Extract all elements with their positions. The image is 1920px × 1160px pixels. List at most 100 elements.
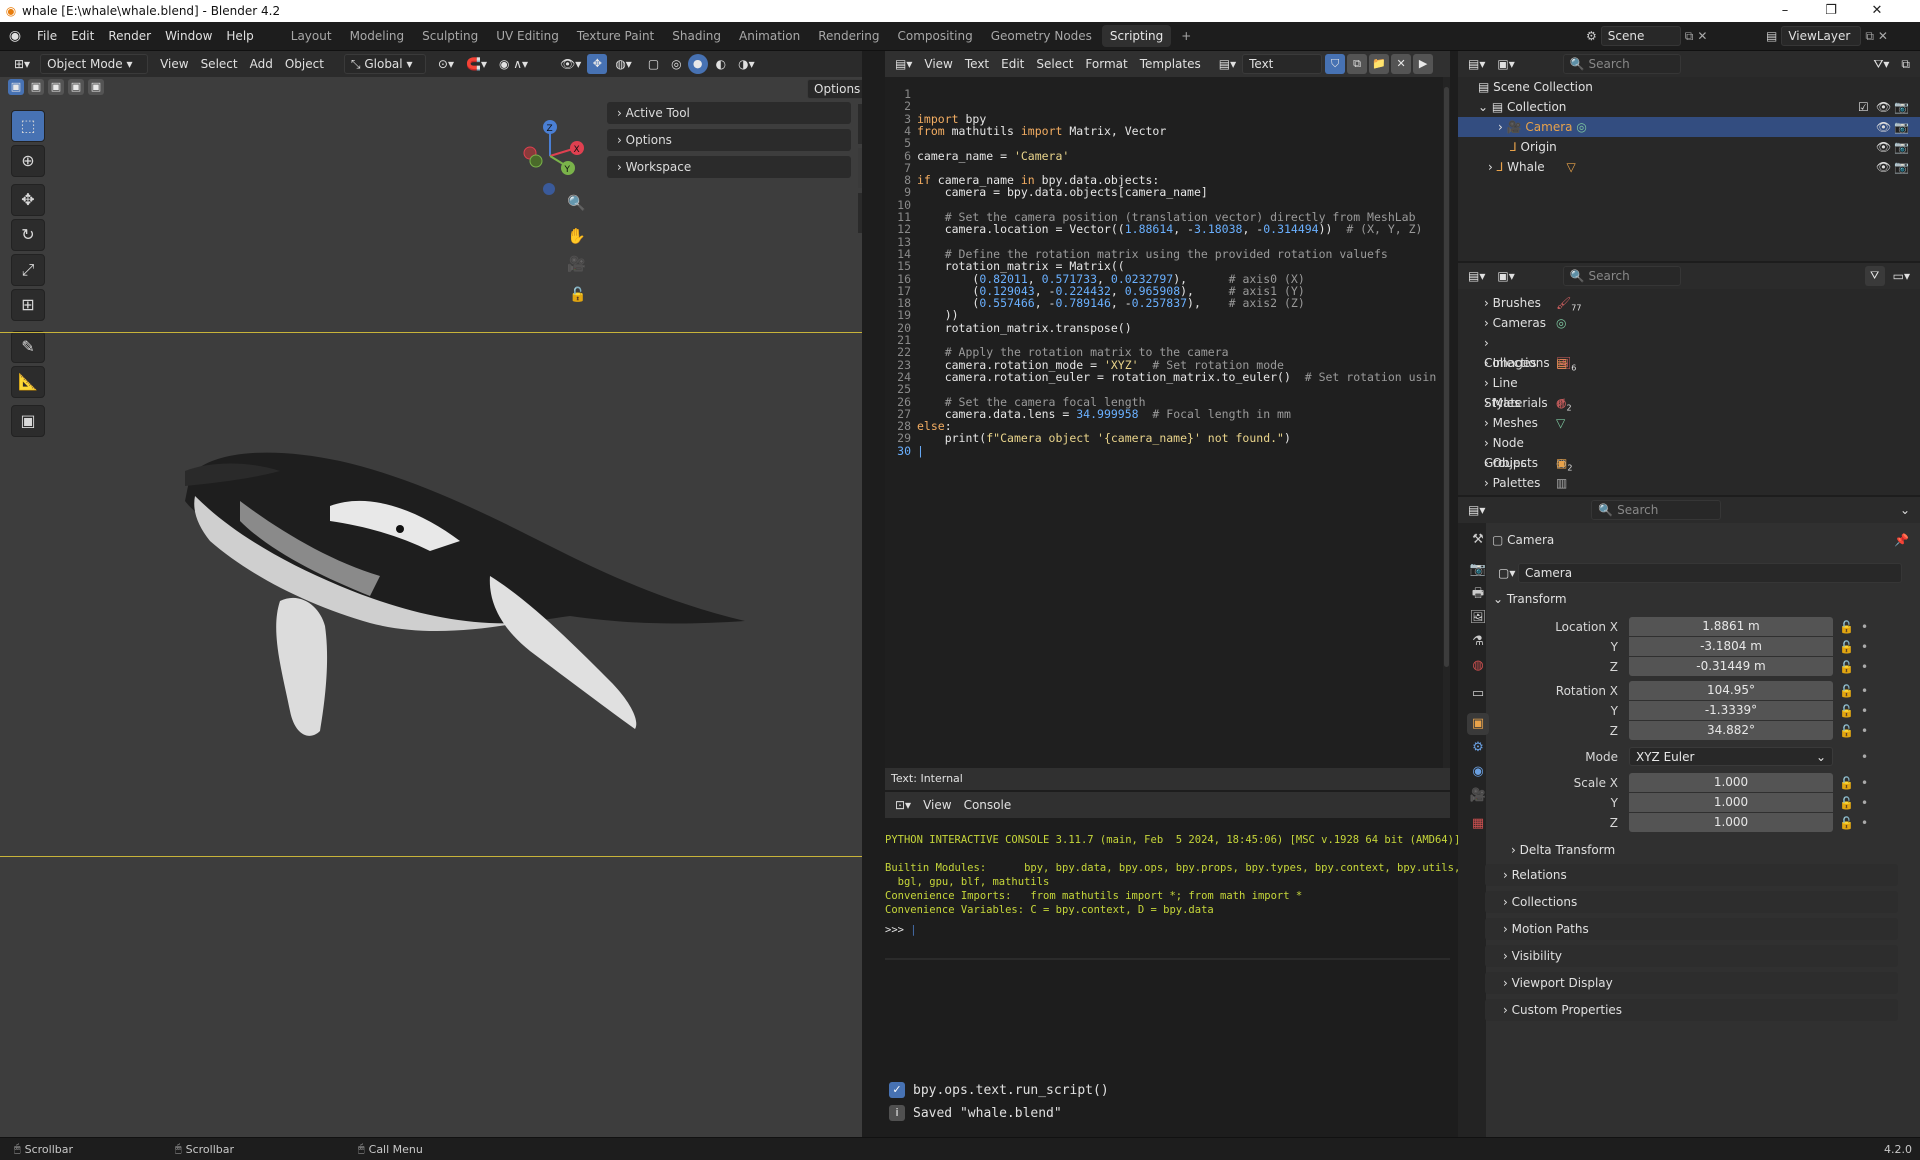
blend-row-palettes[interactable]: › Palettes ▥ [1458, 473, 1858, 493]
code-line[interactable]: rotation_matrix.transpose() [917, 321, 1132, 335]
code-line[interactable]: print(f"Camera object '{camera_name}' no… [917, 431, 1291, 445]
code-line[interactable]: camera_name = 'Camera' [917, 149, 1069, 163]
info-editor[interactable]: ✓ bpy.ops.text.run_script() i Saved "wha… [885, 967, 1450, 1137]
viewport-options-button[interactable]: Options ▾ [807, 79, 868, 114]
text-menu-edit[interactable]: Edit [995, 54, 1030, 74]
motion-paths-section[interactable]: › Motion Paths [1485, 918, 1898, 940]
xray-icon[interactable]: ▢ [642, 54, 665, 74]
visibility-section[interactable]: › Visibility [1485, 945, 1898, 967]
tool-tab-icon[interactable]: ⚒ [1467, 529, 1489, 551]
select-invert-icon[interactable]: ▣ [68, 79, 84, 95]
viewlayer-field[interactable]: ViewLayer [1781, 26, 1862, 46]
properties-options-icon[interactable]: ⌄ [1894, 500, 1916, 520]
tab-sculpting[interactable]: Sculpting [414, 25, 486, 47]
code-area[interactable]: 1 2 3 import bpy 4 from mathutils import Matr… [885, 77, 1445, 768]
blend-row-objects[interactable]: › Objects ▣2 [1458, 453, 1858, 473]
pin-icon[interactable]: 📌 [1894, 529, 1909, 551]
new-viewlayer-icon[interactable]: ⧉ [1865, 29, 1874, 44]
add-cube-tool-icon[interactable]: ▣ [11, 405, 45, 437]
measure-tool-icon[interactable]: 📐 [11, 366, 45, 398]
object-name-field[interactable]: Camera [1518, 563, 1902, 583]
lock-icon[interactable]: 🔓 [1839, 657, 1854, 677]
fake-user-icon[interactable]: ⛉ [1325, 54, 1346, 74]
shading-material-icon[interactable]: ◐ [710, 54, 732, 74]
gizmo-toggle-icon[interactable]: ✥ [587, 54, 608, 74]
code-line[interactable]: camera.data.lens = 34.999958 # Focal len… [917, 407, 1291, 421]
render-camera-icon[interactable]: 📷 [1894, 137, 1909, 157]
text-browse-icon[interactable]: ▤▾ [1213, 54, 1242, 74]
visibility-eye-icon[interactable]: 👁 [1876, 157, 1891, 177]
viewport-menu-view[interactable]: View [154, 54, 194, 74]
transform-tool-icon[interactable]: ⊞ [11, 289, 45, 321]
rotation-z-field[interactable]: 34.882° [1629, 721, 1833, 740]
lock-icon[interactable]: 🔓 [1839, 813, 1854, 833]
camera-view-icon[interactable]: 🎥 [567, 255, 586, 273]
pan-hand-icon[interactable]: ✋ [567, 227, 586, 245]
lock-icon[interactable]: 🔓 [1839, 793, 1854, 813]
select-new-icon[interactable]: ▣ [8, 79, 24, 95]
keyframe-dot-icon[interactable]: • [1861, 701, 1868, 721]
code-line[interactable]: camera.rotation_euler = rotation_matrix.… [917, 370, 1437, 384]
properties-search[interactable]: 🔍 Search [1591, 500, 1722, 520]
scale-x-field[interactable]: 1.000 [1629, 773, 1833, 792]
tab-animation[interactable]: Animation [731, 25, 808, 47]
blend-row-cameras[interactable]: › Cameras ◎ [1458, 313, 1858, 333]
tab-uv-editing[interactable]: UV Editing [488, 25, 567, 47]
rotate-tool-icon[interactable]: ↻ [11, 219, 45, 251]
lock-icon[interactable]: 🔓 [1839, 637, 1854, 657]
code-line[interactable]: | [917, 444, 924, 458]
object-browse-icon[interactable]: ▢▾ [1492, 563, 1521, 583]
purge-icon[interactable]: ▭▾ [1887, 266, 1916, 286]
cursor-tool-icon[interactable]: ⊕ [11, 145, 45, 177]
code-scrollbar[interactable] [1443, 77, 1450, 768]
relations-section[interactable]: › Relations [1485, 864, 1898, 886]
text-menu-text[interactable]: Text [959, 54, 995, 74]
keyframe-dot-icon[interactable]: • [1861, 617, 1868, 637]
outliner-row-origin[interactable]: ⅃ Origin 👁 📷 [1458, 137, 1920, 157]
keyframe-dot-icon[interactable]: • [1861, 637, 1868, 657]
lock-icon[interactable]: 🔓 [1839, 701, 1854, 721]
tab-compositing[interactable]: Compositing [889, 25, 980, 47]
keyframe-dot-icon[interactable]: • [1861, 773, 1868, 793]
keyframe-dot-icon[interactable]: • [1861, 681, 1868, 701]
snap-icon[interactable]: 🧲▾ [460, 54, 493, 74]
text-menu-templates[interactable]: Templates [1134, 54, 1207, 74]
console-menu-console[interactable]: Console [958, 795, 1018, 815]
text-menu-view[interactable]: View [918, 54, 958, 74]
blend-row-node-groups[interactable]: › Node Groups ◴ [1458, 433, 1858, 470]
transform-section[interactable]: ⌄ Transform [1485, 588, 1898, 610]
outliner-search[interactable]: 🔍 Search [1562, 54, 1681, 74]
delta-transform-section[interactable]: › Delta Transform [1505, 839, 1898, 861]
text-name-field[interactable]: Text [1242, 54, 1323, 74]
location-x-field[interactable]: 1.8861 m [1629, 617, 1833, 636]
lock-icon[interactable]: 🔓 [1839, 681, 1854, 701]
proportional-icon[interactable]: ◉ ∧▾ [493, 54, 534, 74]
shading-wireframe-icon[interactable]: ◎ [665, 54, 687, 74]
pivot-icon[interactable]: ⊙▾ [432, 54, 460, 74]
display-mode-icon[interactable]: ▣▾ [1491, 54, 1520, 74]
add-workspace-button[interactable]: + [1173, 25, 1199, 47]
run-script-icon[interactable]: ▶ [1413, 54, 1434, 74]
outliner-row-whale[interactable]: › ⅃ Whale ▽ 👁 📷 [1458, 157, 1920, 177]
render-tab-icon[interactable]: 📷 [1467, 559, 1489, 581]
blend-row-materials[interactable]: › Materials ◍2 [1458, 393, 1858, 413]
blend-row-meshes[interactable]: › Meshes ▽ [1458, 413, 1858, 433]
orientation-dropdown[interactable]: ⤡ Global ▾ [343, 54, 426, 74]
scale-z-field[interactable]: 1.000 [1629, 813, 1833, 832]
code-line[interactable]: (0.557466, -0.789146, -0.257837), # axis… [917, 296, 1304, 310]
visibility-eye-icon[interactable]: 👁 [1876, 117, 1891, 137]
keyframe-dot-icon[interactable]: • [1861, 813, 1868, 833]
viewport-menu-object[interactable]: Object [279, 54, 330, 74]
render-camera-icon[interactable]: 📷 [1894, 117, 1909, 137]
rotation-y-field[interactable]: -1.3339° [1629, 701, 1833, 720]
overlay-icon[interactable]: ◍▾ [609, 54, 638, 74]
delete-viewlayer-icon[interactable]: ✕ [1878, 29, 1888, 43]
maximize-button[interactable]: ❐ [1808, 0, 1854, 22]
menu-help[interactable]: Help [219, 25, 260, 47]
new-scene-icon[interactable]: ⧉ [1685, 29, 1694, 44]
blend-row-brushes[interactable]: › Brushes 🖌77 [1458, 293, 1858, 313]
select-box-tool-icon[interactable]: ⬚ [11, 110, 45, 142]
console-menu-view[interactable]: View [917, 795, 957, 815]
outliner-row-scene-collection[interactable]: ▤ Scene Collection [1458, 77, 1920, 97]
blend-row-line-styles[interactable]: › Line Styles ✐ [1458, 373, 1858, 410]
